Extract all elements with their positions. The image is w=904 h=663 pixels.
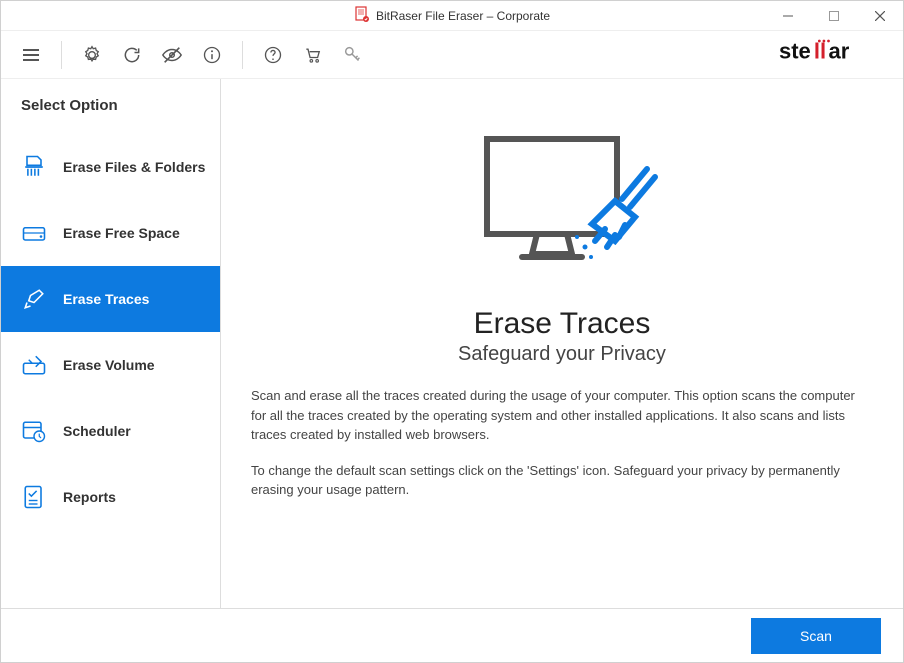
footer: Scan	[1, 608, 903, 662]
eye-off-icon	[161, 44, 183, 66]
disk-erase-icon	[19, 350, 49, 380]
content-paragraph-2: To change the default scan settings clic…	[251, 461, 873, 500]
toolbar-group-left	[15, 39, 47, 71]
key-icon	[342, 44, 364, 66]
content-paragraph-1: Scan and erase all the traces created du…	[251, 386, 873, 445]
titlebar: BitRaser File Eraser – Corporate	[1, 1, 903, 31]
brush-icon	[19, 284, 49, 314]
sidebar-item-label: Scheduler	[63, 423, 131, 439]
drive-icon	[19, 218, 49, 248]
monitor-brush-icon	[457, 129, 667, 289]
refresh-button[interactable]	[116, 39, 148, 71]
sidebar-item-erase-free-space[interactable]: Erase Free Space	[1, 200, 220, 266]
toolbar-divider	[61, 41, 62, 69]
maximize-button[interactable]	[811, 1, 857, 31]
sidebar-item-erase-files[interactable]: Erase Files & Folders	[1, 134, 220, 200]
sidebar-item-label: Reports	[63, 489, 116, 505]
content-description: Scan and erase all the traces created du…	[251, 386, 873, 516]
sidebar-item-label: Erase Free Space	[63, 225, 180, 241]
invisible-button[interactable]	[156, 39, 188, 71]
activate-button[interactable]	[337, 39, 369, 71]
toolbar-group-help	[257, 39, 369, 71]
help-icon	[263, 45, 283, 65]
gear-icon	[82, 45, 102, 65]
scan-button[interactable]: Scan	[751, 618, 881, 654]
svg-text:ste: ste	[779, 38, 811, 63]
toolbar-divider	[242, 41, 243, 69]
sidebar: Select Option Erase Files & Folders Eras…	[1, 79, 221, 608]
calendar-clock-icon	[19, 416, 49, 446]
app-window: BitRaser File Eraser – Corporate	[0, 0, 904, 663]
svg-text:ar: ar	[829, 38, 850, 63]
hamburger-icon	[21, 45, 41, 65]
toolbar: ste ll ar	[1, 31, 903, 79]
refresh-icon	[122, 45, 142, 65]
window-title-wrap: BitRaser File Eraser – Corporate	[354, 6, 550, 25]
info-icon	[202, 45, 222, 65]
content-panel: Erase Traces Safeguard your Privacy Scan…	[221, 79, 903, 608]
minimize-button[interactable]	[765, 1, 811, 31]
app-icon	[354, 6, 370, 25]
cart-icon	[303, 45, 323, 65]
stellar-logo-icon: ste ll ar	[779, 38, 889, 66]
body: Select Option Erase Files & Folders Eras…	[1, 79, 903, 608]
sidebar-item-label: Erase Files & Folders	[63, 159, 205, 175]
settings-button[interactable]	[76, 39, 108, 71]
window-controls	[765, 1, 903, 31]
sidebar-item-label: Erase Volume	[63, 357, 155, 373]
sidebar-item-erase-traces[interactable]: Erase Traces	[1, 266, 220, 332]
content-subheading: Safeguard your Privacy	[458, 343, 666, 366]
sidebar-title: Select Option	[1, 97, 220, 134]
close-button[interactable]	[857, 1, 903, 31]
toolbar-group-settings	[76, 39, 228, 71]
content-heading: Erase Traces	[474, 307, 651, 341]
buy-button[interactable]	[297, 39, 329, 71]
sidebar-item-reports[interactable]: Reports	[1, 464, 220, 530]
hero: Erase Traces Safeguard your Privacy	[251, 129, 873, 366]
menu-button[interactable]	[15, 39, 47, 71]
sidebar-item-scheduler[interactable]: Scheduler	[1, 398, 220, 464]
window-title: BitRaser File Eraser – Corporate	[376, 9, 550, 23]
help-button[interactable]	[257, 39, 289, 71]
brand-logo: ste ll ar	[779, 38, 889, 71]
info-button[interactable]	[196, 39, 228, 71]
sidebar-item-label: Erase Traces	[63, 291, 149, 307]
sidebar-item-erase-volume[interactable]: Erase Volume	[1, 332, 220, 398]
shredder-icon	[19, 152, 49, 182]
report-icon	[19, 482, 49, 512]
